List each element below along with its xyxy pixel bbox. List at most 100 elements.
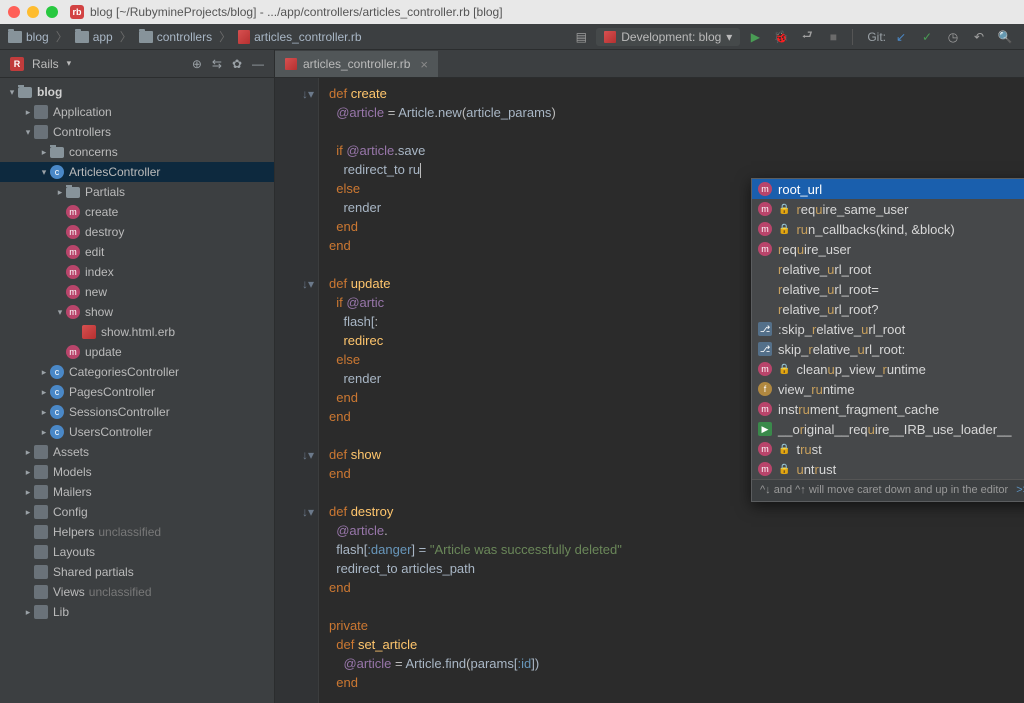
tool-window-title[interactable]: Rails <box>32 57 59 71</box>
gutter-row[interactable] <box>275 103 318 122</box>
chevron-right-icon[interactable]: ▸ <box>22 507 34 518</box>
tree-node[interactable]: mcreate <box>0 202 274 222</box>
chevron-down-icon[interactable]: ▾ <box>6 87 18 98</box>
gutter-row[interactable] <box>275 654 318 673</box>
tree-node[interactable]: ▸cSessionsController <box>0 402 274 422</box>
chevron-right-icon[interactable]: ▸ <box>38 407 50 418</box>
tree-node[interactable]: show.html.erb <box>0 322 274 342</box>
project-tree[interactable]: ▾blog▸Application▾Controllers▸concerns▾c… <box>0 78 274 703</box>
chevron-down-icon[interactable]: ▾ <box>38 167 50 178</box>
autocomplete-item[interactable]: m🔒run_callbacks(kind, &block)ActiveSuppo… <box>752 219 1024 239</box>
git-commit-icon[interactable]: ✓ <box>916 26 938 48</box>
tree-node[interactable]: ▸cUsersController <box>0 422 274 442</box>
tree-node[interactable]: ▸cCategoriesController <box>0 362 274 382</box>
footer-link[interactable]: >> <box>1016 481 1024 500</box>
minimize-window-icon[interactable] <box>27 6 39 18</box>
code-line[interactable]: def set_article <box>329 635 1024 654</box>
debug-button[interactable]: 🐞 <box>770 26 792 48</box>
close-window-icon[interactable] <box>8 6 20 18</box>
locate-icon[interactable]: ⊕ <box>192 57 202 71</box>
gutter-row[interactable]: ↓▾ <box>275 445 318 464</box>
code-line[interactable]: flash[:danger] = "Article was successful… <box>329 540 1024 559</box>
tree-node[interactable]: Shared partials <box>0 562 274 582</box>
gutter-row[interactable] <box>275 255 318 274</box>
search-icon[interactable]: 🔍 <box>994 26 1016 48</box>
autocomplete-item[interactable]: mrelative_url_root?included in AbstractC… <box>752 299 1024 319</box>
run-button[interactable]: ▶ <box>744 26 766 48</box>
chevron-right-icon[interactable]: ▸ <box>22 487 34 498</box>
code-line[interactable]: def create <box>329 84 1024 103</box>
tree-node[interactable]: ▸Partials <box>0 182 274 202</box>
gutter-row[interactable] <box>275 369 318 388</box>
autocomplete-item[interactable]: m🔒cleanup_view_runtimeActionController::… <box>752 359 1024 379</box>
gutter-row[interactable] <box>275 464 318 483</box>
code-line[interactable] <box>329 597 1024 616</box>
breadcrumb[interactable]: controllers〉 <box>139 28 234 45</box>
autocomplete-item[interactable]: m🔒trustObject <box>752 439 1024 459</box>
chevron-right-icon[interactable]: ▸ <box>38 387 50 398</box>
gutter-row[interactable] <box>275 407 318 426</box>
tree-node[interactable]: ▾cArticlesController <box>0 162 274 182</box>
tree-node[interactable]: ▸Application <box>0 102 274 122</box>
gutter-row[interactable] <box>275 426 318 445</box>
git-update-icon[interactable]: ↙ <box>890 26 912 48</box>
git-history-icon[interactable]: ◷ <box>942 26 964 48</box>
tree-node[interactable]: ▸Mailers <box>0 482 274 502</box>
gutter-row[interactable] <box>275 141 318 160</box>
code-line[interactable] <box>329 122 1024 141</box>
gutter-row[interactable] <box>275 597 318 616</box>
code-line[interactable]: redirect_to ru <box>329 160 1024 179</box>
gutter-row[interactable] <box>275 635 318 654</box>
gutter-row[interactable] <box>275 540 318 559</box>
tree-node[interactable]: ▾blog <box>0 82 274 102</box>
tree-node[interactable]: mdestroy <box>0 222 274 242</box>
code-line[interactable]: def destroy <box>329 502 1024 521</box>
tree-node[interactable]: mupdate <box>0 342 274 362</box>
autocomplete-item[interactable]: fview_runtimeActionController::Instrumen… <box>752 379 1024 399</box>
autocomplete-item[interactable]: ⎇skip_relative_url_root: <box>752 339 1024 359</box>
gutter-row[interactable] <box>275 312 318 331</box>
gutter-row[interactable] <box>275 483 318 502</box>
stop-button[interactable]: ■ <box>822 26 844 48</box>
tree-node[interactable]: ▸Lib <box>0 602 274 622</box>
tree-node[interactable]: Layouts <box>0 542 274 562</box>
tree-node[interactable]: mindex <box>0 262 274 282</box>
code-line[interactable]: @article. <box>329 521 1024 540</box>
autocomplete-item[interactable]: mrelative_url_rootincluded in AbstractCo… <box>752 259 1024 279</box>
autocomplete-item[interactable]: mrequire_userApplicationController <box>752 239 1024 259</box>
gutter-row[interactable] <box>275 236 318 255</box>
autocomplete-item[interactable]: mrelative_url_root=included in AbstractC… <box>752 279 1024 299</box>
tree-node[interactable]: ▸Config <box>0 502 274 522</box>
code-line[interactable]: if @article.save <box>329 141 1024 160</box>
tree-node[interactable]: ▸cPagesController <box>0 382 274 402</box>
chevron-right-icon[interactable]: ▸ <box>38 367 50 378</box>
code-line[interactable]: @article = Article.new(article_params) <box>329 103 1024 122</box>
gutter-row[interactable] <box>275 673 318 692</box>
autocomplete-item[interactable]: m🔒require_same_userArticlesController <box>752 199 1024 219</box>
chevron-right-icon[interactable]: ▸ <box>38 147 50 158</box>
editor-gutter[interactable]: ↓▾↓▾↓▾↓▾ <box>275 78 319 703</box>
code-line[interactable]: private <box>329 616 1024 635</box>
collapse-icon[interactable]: ⇆ <box>212 57 222 71</box>
gutter-row[interactable]: ↓▾ <box>275 502 318 521</box>
gutter-row[interactable] <box>275 160 318 179</box>
tree-node[interactable]: Helpersunclassified <box>0 522 274 542</box>
close-tab-icon[interactable]: × <box>420 57 428 72</box>
chevron-down-icon[interactable]: ▾ <box>67 58 72 69</box>
tree-node[interactable]: medit <box>0 242 274 262</box>
code-line[interactable]: @article = Article.find(params[:id]) <box>329 654 1024 673</box>
tree-node[interactable]: ▸Assets <box>0 442 274 462</box>
tree-node[interactable]: ▾mshow <box>0 302 274 322</box>
gutter-row[interactable] <box>275 350 318 369</box>
autocomplete-popup[interactable]: mroot_urlArticlesControllerm🔒require_sam… <box>751 178 1024 502</box>
autocomplete-item[interactable]: mroot_urlArticlesController <box>752 179 1024 199</box>
tree-node[interactable]: ▸concerns <box>0 142 274 162</box>
autocomplete-item[interactable]: ⎇:skip_relative_url_root <box>752 319 1024 339</box>
gutter-row[interactable] <box>275 331 318 350</box>
chevron-right-icon[interactable]: ▸ <box>54 187 66 198</box>
chevron-right-icon[interactable]: ▸ <box>22 467 34 478</box>
tree-node[interactable]: Viewsunclassified <box>0 582 274 602</box>
chevron-down-icon[interactable]: ▾ <box>54 307 66 318</box>
gutter-run-icon[interactable]: ↓▾ <box>302 87 314 101</box>
autocomplete-item[interactable]: m🔒untrustObject <box>752 459 1024 479</box>
